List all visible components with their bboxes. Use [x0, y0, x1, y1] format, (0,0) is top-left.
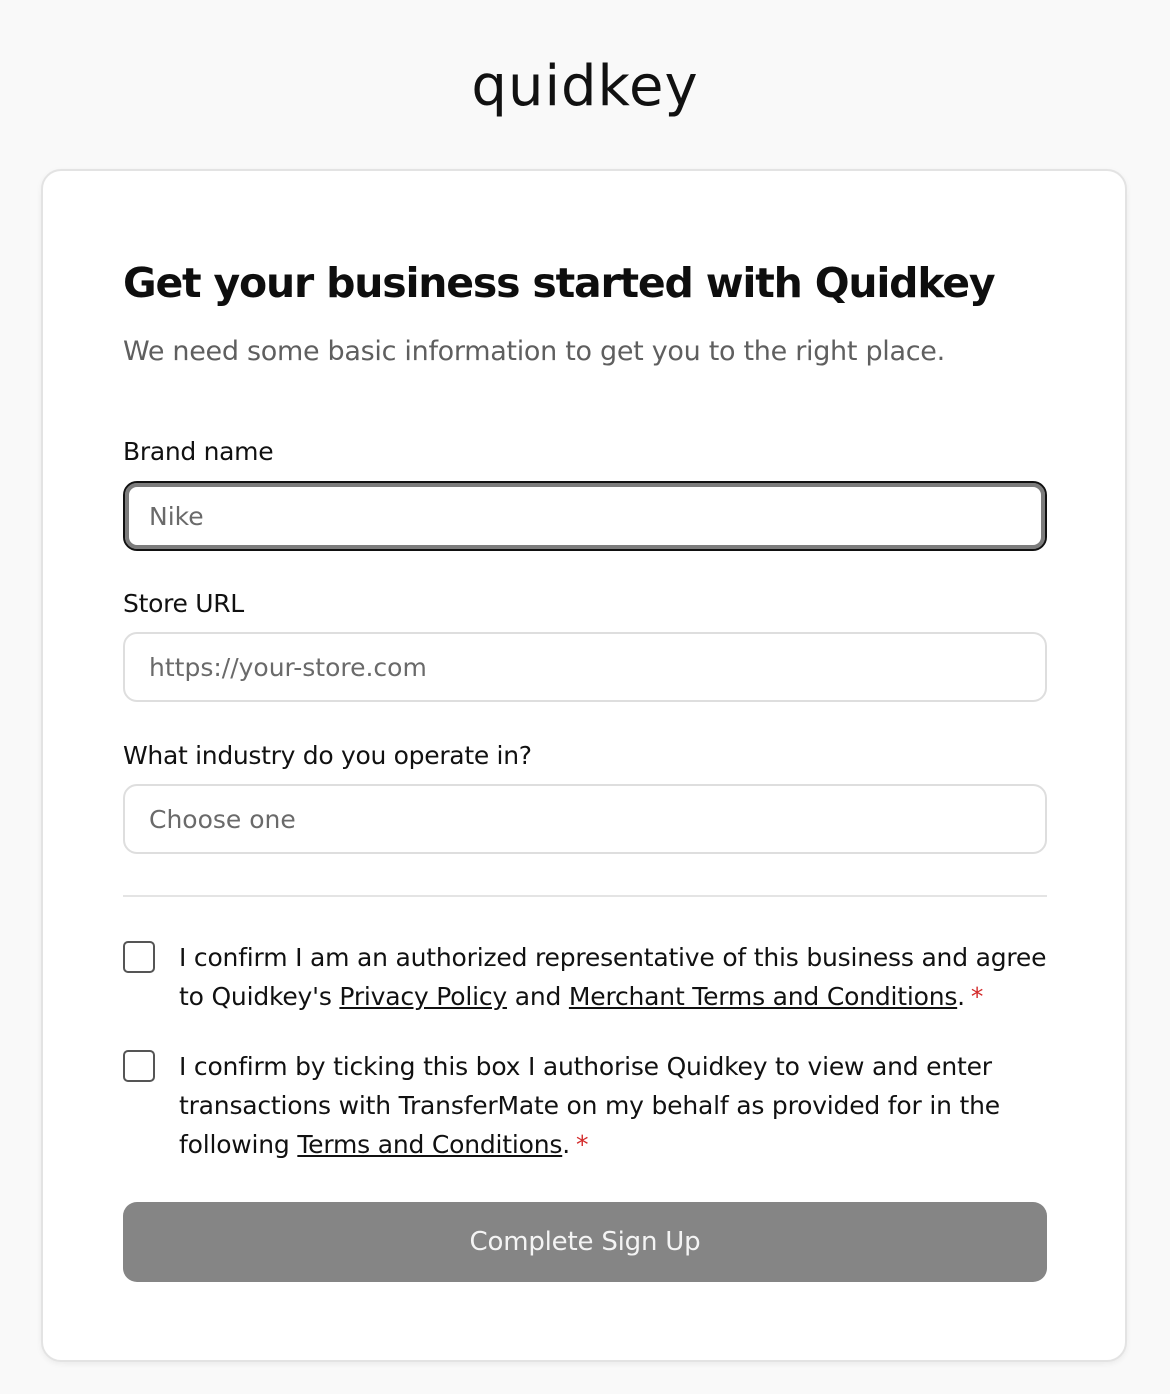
store-url-label: Store URL: [123, 589, 244, 618]
authorized-representative-checkbox[interactable]: [123, 941, 155, 973]
logo-container: quidkey: [0, 52, 1170, 122]
industry-select-value: Choose one: [149, 804, 296, 834]
authorise-transactions-checkbox[interactable]: [123, 1050, 155, 1082]
industry-label: What industry do you operate in?: [123, 741, 532, 770]
page-subtitle: We need some basic information to get yo…: [123, 336, 945, 367]
brand-name-input[interactable]: [123, 481, 1047, 551]
complete-sign-up-button[interactable]: Complete Sign Up: [123, 1202, 1047, 1282]
industry-select[interactable]: Choose one: [123, 784, 1047, 854]
store-url-input[interactable]: [123, 632, 1047, 702]
required-asterisk: *: [575, 1130, 589, 1159]
terms-and-conditions-link[interactable]: Terms and Conditions: [297, 1130, 562, 1159]
authorized-representative-text: I confirm I am an authorized representat…: [179, 938, 1049, 1016]
consent1-text-after: .: [957, 982, 965, 1011]
privacy-policy-link[interactable]: Privacy Policy: [339, 982, 507, 1011]
signup-card: Get your business started with Quidkey W…: [41, 169, 1127, 1362]
authorise-transactions-text: I confirm by ticking this box I authoris…: [179, 1047, 1049, 1164]
brand-name-label: Brand name: [123, 437, 274, 466]
consent2-text-after: .: [562, 1130, 570, 1159]
page-title: Get your business started with Quidkey: [123, 259, 996, 307]
divider: [123, 895, 1047, 897]
consent1-text-middle: and: [506, 982, 569, 1011]
quidkey-logo: quidkey: [471, 54, 699, 119]
merchant-terms-link[interactable]: Merchant Terms and Conditions: [569, 982, 957, 1011]
required-asterisk: *: [970, 982, 984, 1011]
